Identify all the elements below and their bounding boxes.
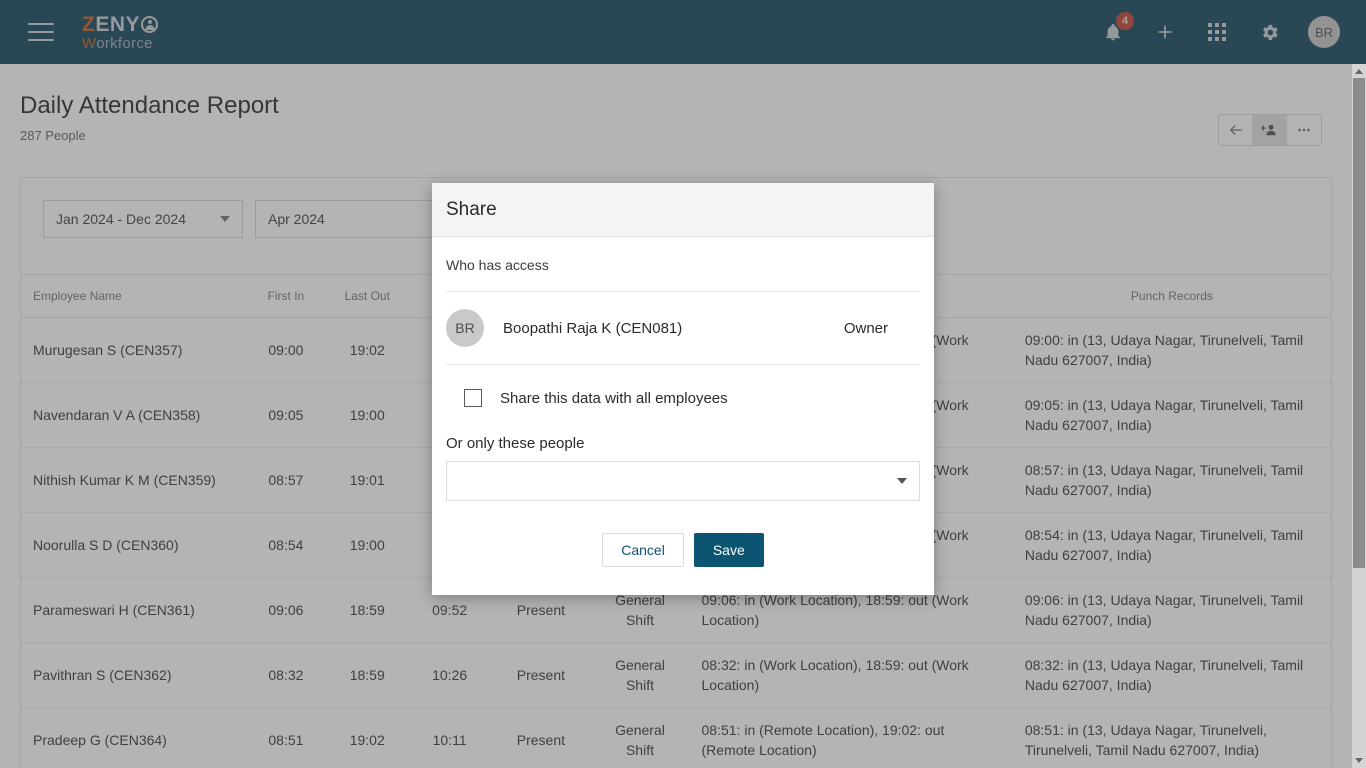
- people-select[interactable]: [446, 461, 920, 501]
- share-dialog-header: Share: [432, 183, 934, 237]
- access-user-role: Owner: [843, 319, 888, 337]
- only-these-people-label: Or only these people: [446, 435, 585, 452]
- cancel-button[interactable]: Cancel: [602, 533, 684, 567]
- share-all-label: Share this data with all employees: [500, 389, 728, 407]
- chevron-down-icon: [897, 478, 907, 484]
- access-user-name: Boopathi Raja K (CEN081): [503, 319, 683, 337]
- access-list-item: BR Boopathi Raja K (CEN081) Owner: [446, 292, 920, 364]
- share-all-row: Share this data with all employees: [446, 365, 920, 407]
- scroll-up-arrow-icon[interactable]: [1355, 69, 1363, 74]
- vertical-scrollbar[interactable]: [1352, 64, 1366, 768]
- share-all-checkbox[interactable]: [464, 389, 482, 407]
- save-button[interactable]: Save: [693, 533, 764, 567]
- share-dialog-title: Share: [446, 199, 497, 220]
- vertical-scrollbar-thumb[interactable]: [1353, 78, 1365, 568]
- avatar: BR: [446, 309, 484, 347]
- scroll-down-arrow-icon[interactable]: [1355, 758, 1363, 763]
- share-dialog-actions: Cancel Save: [446, 501, 920, 595]
- share-dialog: Share Who has access BR Boopathi Raja K …: [432, 183, 934, 595]
- share-dialog-body: Who has access BR Boopathi Raja K (CEN08…: [432, 237, 934, 595]
- who-has-access-label: Who has access: [446, 257, 549, 273]
